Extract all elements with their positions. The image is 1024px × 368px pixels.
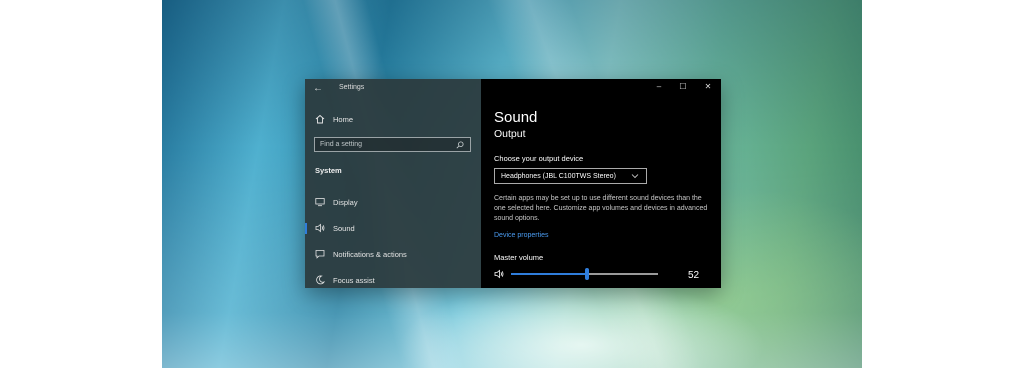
search-icon — [455, 140, 465, 150]
close-button[interactable]: ✕ — [701, 82, 715, 91]
home-icon — [315, 114, 325, 124]
settings-window: ← Settings Home Find a setting System Di… — [305, 79, 721, 288]
speaker-icon — [315, 223, 325, 233]
volume-value: 52 — [688, 270, 700, 281]
output-device-value: Headphones (JBL C100TWS Stereo) — [501, 172, 616, 180]
master-volume-slider[interactable] — [511, 268, 658, 280]
arrow-left-icon: ← — [313, 83, 323, 94]
sidebar-item-home[interactable]: Home — [315, 114, 353, 124]
volume-icon[interactable] — [494, 269, 504, 279]
sidebar-item-label: Sound — [333, 223, 355, 233]
maximize-icon: ☐ — [679, 82, 687, 91]
sidebar-item-focus-assist[interactable]: Focus assist — [305, 271, 481, 289]
output-device-dropdown[interactable]: Headphones (JBL C100TWS Stereo) — [494, 168, 647, 184]
close-icon: ✕ — [704, 82, 712, 91]
section-title: System — [315, 166, 342, 175]
sidebar-item-sound[interactable]: Sound — [305, 219, 481, 237]
master-volume-label: Master volume — [494, 253, 544, 262]
back-button[interactable]: ← — [313, 83, 323, 94]
search-placeholder: Find a setting — [320, 141, 363, 148]
maximize-button[interactable]: ☐ — [676, 82, 690, 91]
window-title: Settings — [339, 84, 365, 91]
sidebar-item-display[interactable]: Display — [305, 193, 481, 211]
sound-page: – ☐ ✕ Sound Output Choose your output de… — [481, 79, 721, 288]
output-description: Certain apps may be set up to use differ… — [494, 195, 708, 222]
moon-icon — [315, 275, 325, 285]
volume-slider-fill — [511, 273, 588, 275]
output-device-label: Choose your output device — [494, 154, 584, 163]
page-title: Sound — [494, 109, 538, 126]
search-input[interactable]: Find a setting — [314, 137, 471, 152]
sidebar-item-label: Focus assist — [333, 275, 375, 285]
monitor-icon — [315, 197, 325, 207]
settings-sidebar: ← Settings Home Find a setting System Di… — [305, 79, 481, 288]
sidebar-item-label: Notifications & actions — [333, 249, 407, 259]
device-properties-link[interactable]: Device properties — [494, 232, 548, 239]
chevron-down-icon — [630, 171, 640, 181]
minimize-button[interactable]: – — [652, 82, 666, 91]
volume-slider-thumb[interactable] — [585, 268, 590, 280]
sidebar-item-notifications[interactable]: Notifications & actions — [305, 245, 481, 263]
notification-icon — [315, 249, 325, 259]
section-heading-output: Output — [494, 128, 526, 140]
sidebar-item-label: Display — [333, 197, 358, 207]
minimize-icon: – — [656, 82, 662, 91]
sidebar-item-label: Home — [333, 114, 354, 124]
